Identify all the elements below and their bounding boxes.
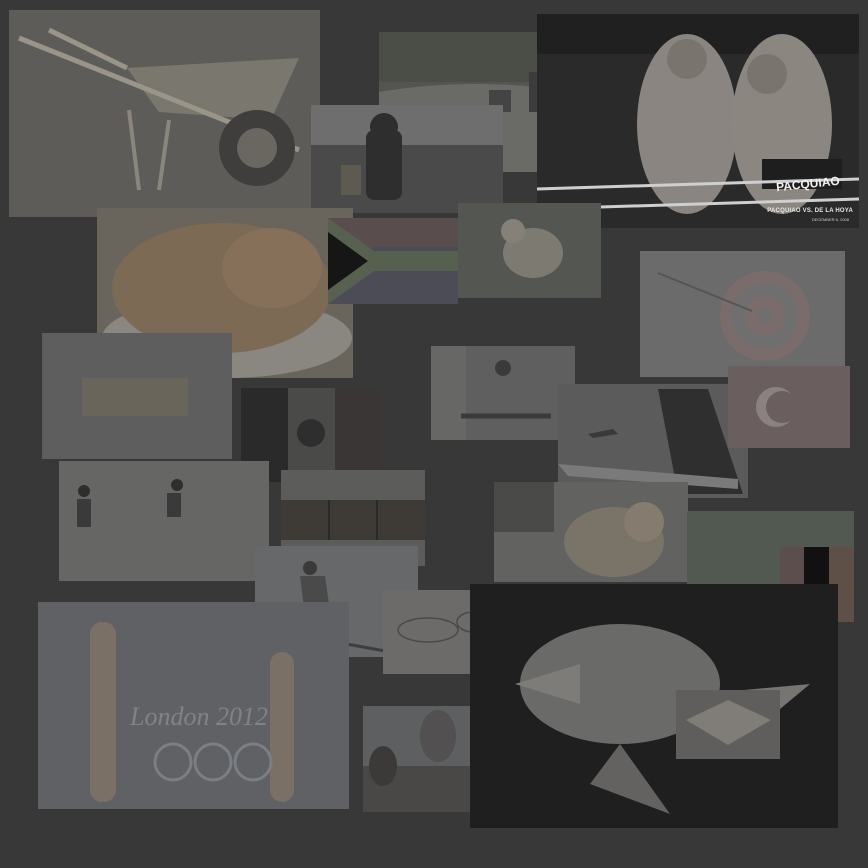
banner-date: DECEMBER 6, 2008	[811, 217, 849, 222]
faded-sign-photo	[42, 333, 232, 459]
dog-on-grass-photo	[458, 203, 601, 298]
android-statue-photo	[311, 105, 503, 213]
archery-target-photo	[640, 251, 845, 377]
olympic-logo-text: London 2012	[130, 702, 268, 731]
boxing-match-photo: PACQUIAO VS. DE LA HOYA DECEMBER 6, 2008	[537, 14, 859, 228]
airplane-tail-photo	[558, 384, 748, 498]
banner-title: PACQUIAO VS. DE LA HOYA	[767, 208, 853, 214]
turkey-flag	[728, 366, 850, 448]
splits-photo	[431, 346, 575, 440]
running-players-photo	[59, 461, 269, 581]
stingray-photo	[676, 690, 780, 759]
catfish-photo	[470, 584, 838, 828]
south-africa-flag	[328, 218, 458, 304]
bulldog-photo	[494, 482, 688, 582]
wheelbarrow-photo	[9, 10, 320, 217]
